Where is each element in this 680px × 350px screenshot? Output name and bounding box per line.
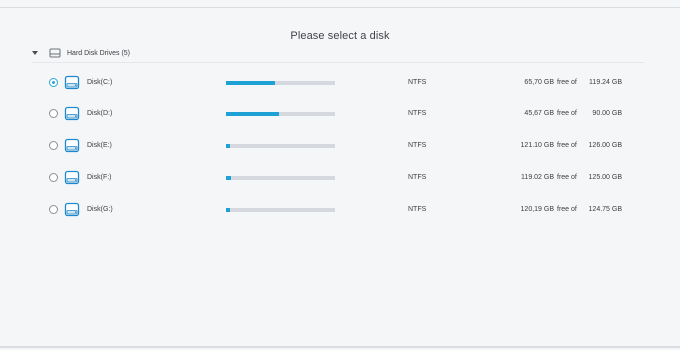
filesystem-label: NTFS (408, 79, 427, 86)
disk-row-diskc[interactable]: Disk(C:) NTFS 65,70 GB free of 119.24 GB (0, 73, 680, 93)
filesystem-label: NTFS (408, 174, 427, 181)
filesystem-label: NTFS (408, 142, 427, 149)
total-size-value: 126.00 GB (588, 142, 622, 149)
disk-usage-bar (226, 144, 335, 148)
total-size-value: 90.00 GB (592, 110, 622, 117)
page-title: Please select a disk (290, 30, 390, 42)
disk-usage-fill (226, 144, 231, 148)
disk-row-diskf[interactable]: Disk(F:) NTFS 119.02 GB free of 125.00 G… (0, 168, 680, 188)
disk-row-diske[interactable]: Disk(E:) NTFS 121.10 GB free of 126.00 G… (0, 136, 680, 156)
disk-usage-fill (226, 176, 232, 180)
disk-drive-icon (64, 75, 80, 90)
group-divider (32, 62, 644, 63)
disk-name: Disk(E:) (87, 142, 112, 149)
free-space-value: 120,19 GB (520, 206, 554, 213)
total-size-value: 125.00 GB (588, 174, 622, 181)
bottom-divider (0, 346, 680, 348)
disk-radio-button[interactable] (49, 78, 58, 87)
group-header-hard-disk-drives[interactable]: Hard Disk Drives (5) (32, 46, 130, 60)
disk-radio-button[interactable] (49, 141, 58, 150)
group-label: Hard Disk Drives (5) (67, 49, 131, 57)
total-size-value: 124.75 GB (588, 206, 622, 213)
total-size-value: 119.24 GB (589, 79, 622, 86)
free-space-value: 45,67 GB (524, 110, 554, 117)
disk-usage-bar (226, 112, 335, 116)
disk-usage-fill (226, 112, 280, 116)
disk-name: Disk(D:) (87, 110, 113, 117)
disk-radio-button[interactable] (49, 205, 58, 214)
disk-radio-button[interactable] (49, 173, 58, 182)
free-space-value: 119.02 GB (521, 174, 554, 181)
disk-radio-button[interactable] (49, 109, 58, 118)
disk-usage-bar (226, 176, 335, 180)
free-space-value: 121.10 GB (520, 142, 554, 149)
disk-row-diskd[interactable]: Disk(D:) NTFS 45,67 GB free of 90.00 GB (0, 104, 680, 124)
disk-usage-fill (226, 208, 231, 212)
disk-usage-bar (226, 81, 335, 85)
filesystem-label: NTFS (408, 110, 427, 117)
top-divider (0, 7, 680, 8)
disk-row-diskg[interactable]: Disk(G:) NTFS 120,19 GB free of 124.75 G… (0, 200, 680, 220)
disk-name: Disk(F:) (87, 174, 112, 181)
disk-name: Disk(G:) (87, 206, 113, 213)
disk-usage-bar (226, 208, 335, 212)
free-space-value: 65,70 GB (524, 79, 554, 86)
hard-drive-icon (49, 48, 61, 58)
disk-drive-icon (64, 202, 80, 217)
disk-usage-fill (226, 81, 276, 85)
filesystem-label: NTFS (408, 206, 427, 213)
disk-drive-icon (64, 170, 80, 185)
disk-name: Disk(C:) (87, 79, 113, 86)
disk-drive-icon (64, 138, 80, 153)
disk-selection-panel: Please select a disk Hard Disk Drives (5… (0, 0, 680, 350)
disk-drive-icon (64, 106, 80, 121)
chevron-down-icon[interactable] (32, 51, 38, 55)
